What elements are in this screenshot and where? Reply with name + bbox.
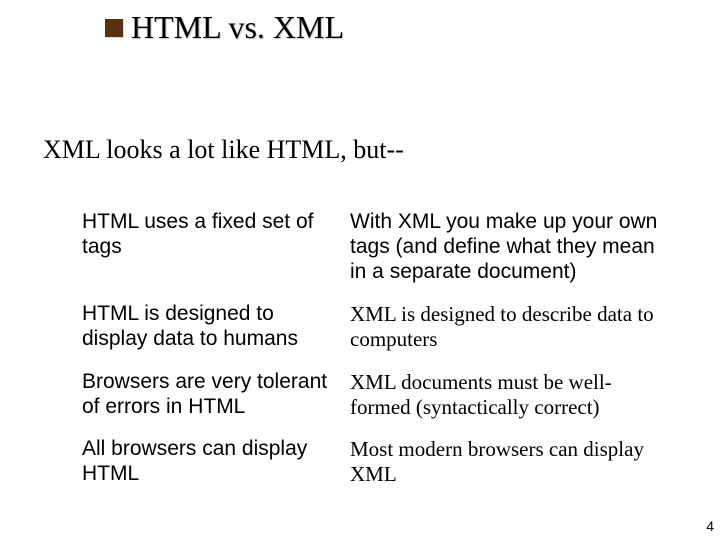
page-number: 4 — [706, 518, 714, 534]
cell-xml: With XML you make up your own tags (and … — [350, 210, 662, 284]
slide-subhead: XML looks a lot like HTML, but-- — [43, 135, 404, 165]
cell-xml: Most modern browsers can display XML — [350, 437, 662, 487]
title-bullet-icon — [105, 19, 123, 37]
cell-xml: XML documents must be well-formed (synta… — [350, 370, 662, 420]
cell-xml: XML is designed to describe data to comp… — [350, 302, 662, 352]
table-row: All browsers can display HTML Most moder… — [82, 437, 662, 487]
comparison-table: HTML uses a fixed set of tags With XML y… — [82, 192, 662, 505]
table-row: HTML uses a fixed set of tags With XML y… — [82, 210, 662, 284]
cell-html: All browsers can display HTML — [82, 437, 350, 487]
cell-html: Browsers are very tolerant of errors in … — [82, 370, 350, 420]
slide-title: HTML vs. XML — [131, 10, 344, 45]
slide: { "title": "HTML vs. XML", "subhead": "X… — [0, 0, 720, 540]
cell-html: HTML uses a fixed set of tags — [82, 210, 350, 284]
table-row: Browsers are very tolerant of errors in … — [82, 370, 662, 420]
cell-html: HTML is designed to display data to huma… — [82, 302, 350, 352]
table-row: HTML is designed to display data to huma… — [82, 302, 662, 352]
slide-title-row: HTML vs. XML — [105, 10, 344, 45]
